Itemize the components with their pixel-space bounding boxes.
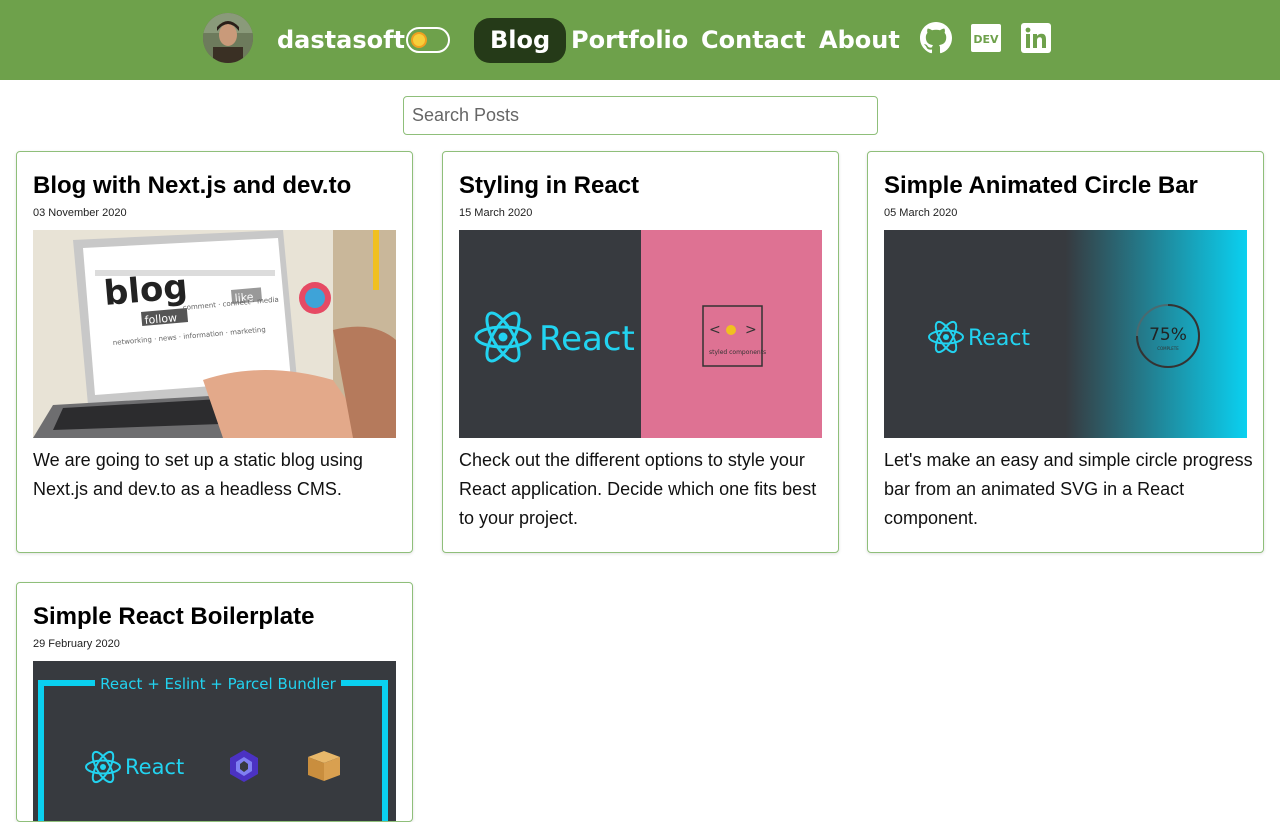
nav-portfolio[interactable]: Portfolio — [555, 18, 704, 63]
nav-contact[interactable]: Contact — [685, 18, 822, 63]
post-title[interactable]: Simple Animated Circle Bar — [884, 170, 1198, 202]
image-text-progress-sub: COMPLETE — [1157, 346, 1179, 351]
post-cover-image[interactable]: React + Eslint + Parcel Bundler React — [33, 661, 396, 821]
svg-text:DEV: DEV — [973, 33, 999, 46]
post-description: We are going to set up a static blog usi… — [33, 450, 363, 499]
post-title[interactable]: Blog with Next.js and dev.to — [33, 170, 351, 202]
post-title[interactable]: Simple React Boilerplate — [33, 601, 314, 633]
svg-text:>: > — [745, 322, 757, 338]
search-input[interactable] — [403, 96, 878, 135]
post-date: 15 March 2020 — [459, 207, 533, 219]
post-date: 05 March 2020 — [884, 207, 958, 219]
post-description: Let's make an easy and simple circle pro… — [884, 450, 1253, 528]
top-navigation-bar: dastasoft Blog Portfolio Contact About D… — [0, 0, 1280, 80]
post-card[interactable]: Simple React Boilerplate 29 February 202… — [16, 582, 413, 822]
theme-toggle[interactable] — [406, 27, 450, 53]
post-cover-image[interactable]: React < > styled components — [459, 230, 822, 438]
image-text-react: React — [539, 319, 635, 359]
image-text-react: React — [968, 326, 1030, 351]
nav-blog[interactable]: Blog — [474, 18, 567, 63]
image-text-react: React — [125, 755, 184, 779]
site-brand[interactable]: dastasoft — [277, 24, 405, 56]
svg-text:<: < — [709, 322, 721, 338]
image-text-progress: 75% — [1149, 325, 1187, 345]
parcel-box-icon — [308, 751, 340, 781]
sun-icon — [411, 32, 427, 48]
post-cover-image[interactable]: blog follow like comment · connect · med… — [33, 230, 396, 438]
nav-about[interactable]: About — [803, 18, 916, 63]
post-card[interactable]: Styling in React 15 March 2020 React < >… — [442, 151, 839, 553]
post-date: 29 February 2020 — [33, 638, 120, 650]
post-description: Check out the different options to style… — [459, 450, 817, 528]
dev-icon[interactable]: DEV — [970, 22, 1002, 54]
image-text-blog: blog — [102, 267, 189, 314]
linkedin-icon[interactable] — [1020, 22, 1052, 54]
post-title[interactable]: Styling in React — [459, 170, 639, 202]
image-text-styled: styled components — [709, 349, 766, 356]
post-cover-image[interactable]: React 75% COMPLETE — [884, 230, 1247, 438]
image-text-banner: React + Eslint + Parcel Bundler — [100, 675, 337, 693]
avatar[interactable] — [203, 13, 253, 63]
post-card[interactable]: Blog with Next.js and dev.to 03 November… — [16, 151, 413, 553]
github-icon[interactable] — [920, 22, 952, 54]
post-date: 03 November 2020 — [33, 207, 127, 219]
post-card[interactable]: Simple Animated Circle Bar 05 March 2020… — [867, 151, 1264, 553]
